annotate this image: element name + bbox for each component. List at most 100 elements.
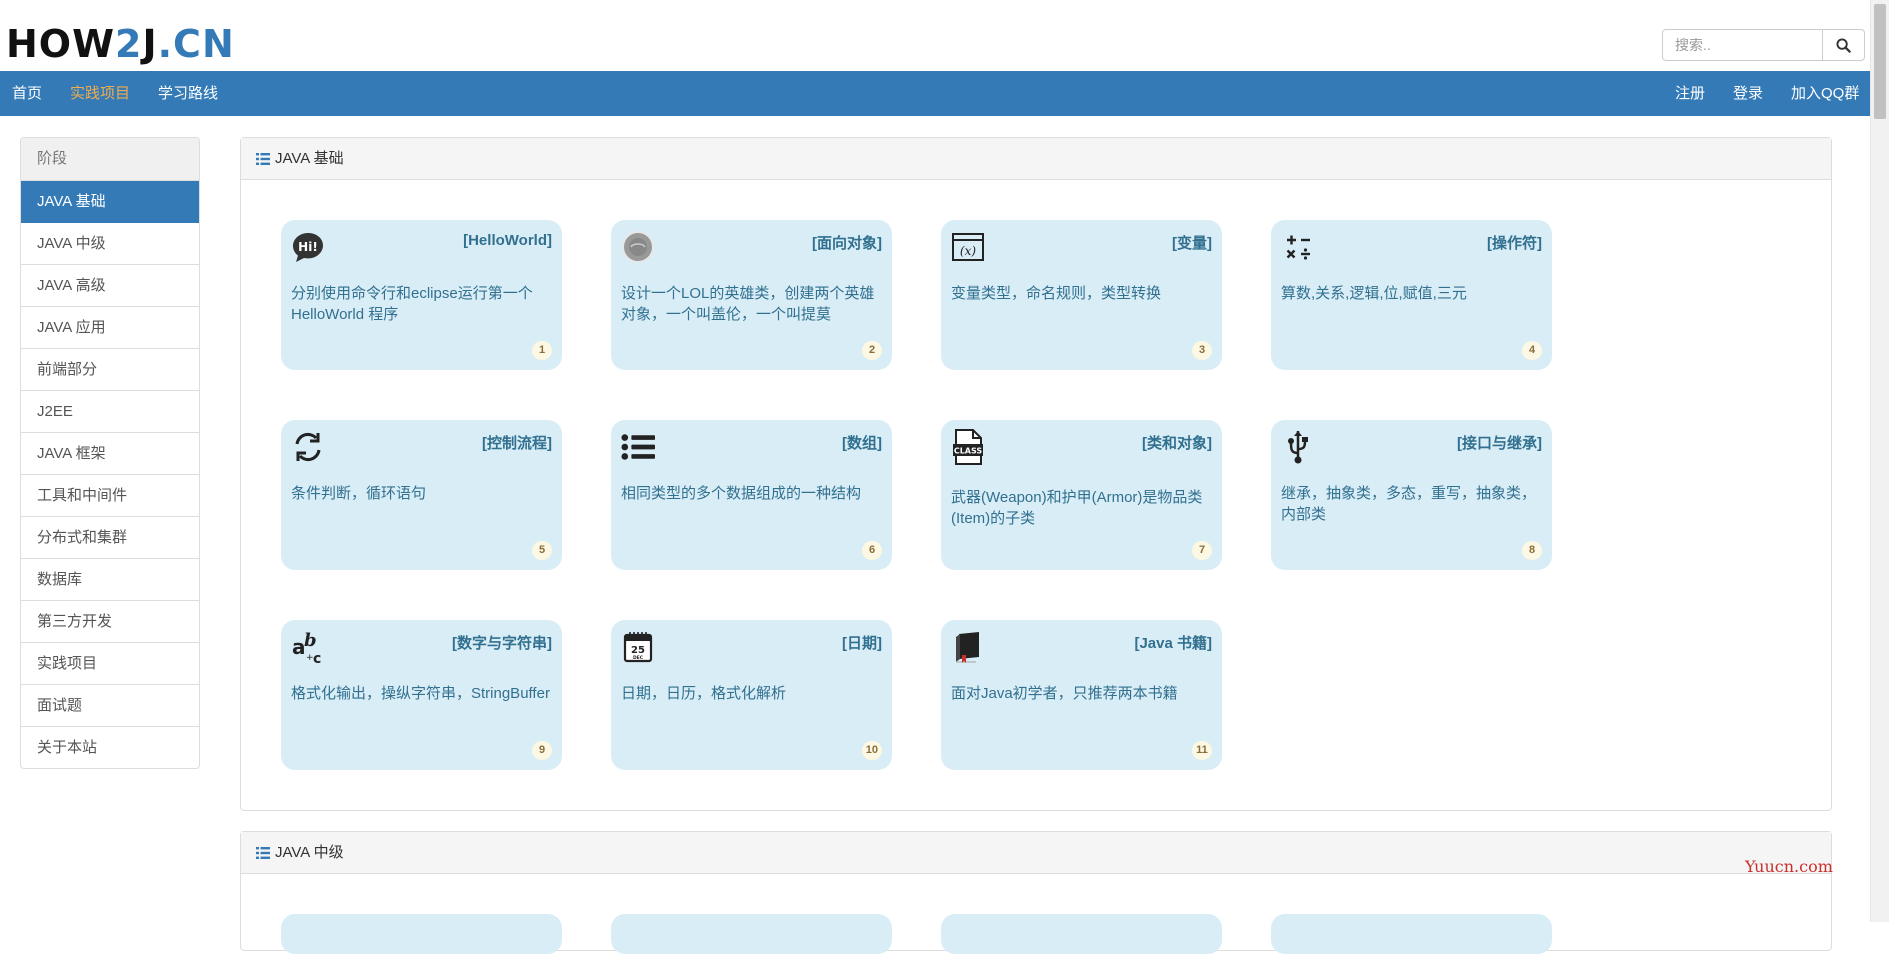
section-panel-java-intermediate: JAVA 中级: [240, 831, 1832, 954]
card-number-badge: 5: [532, 541, 552, 560]
svg-text:c: c: [313, 651, 321, 664]
svg-text:DEC: DEC: [633, 655, 644, 661]
sidebar-item-java-frameworks[interactable]: JAVA 框架: [21, 433, 199, 475]
sidebar-item-about[interactable]: 关于本站: [21, 727, 199, 768]
site-logo[interactable]: HOW2J.CN: [6, 22, 235, 66]
page-scrollbar[interactable]: [1870, 0, 1889, 922]
card-number-badge: 10: [861, 741, 882, 760]
card-title: [类和对象]: [1142, 435, 1212, 452]
panel-title: JAVA 中级: [275, 844, 344, 861]
hi-speech-bubble-icon: Hi!: [291, 230, 325, 264]
card-description: 继承，抽象类，多态，重写，抽象类，内部类: [1281, 485, 1537, 523]
card-number-badge: 2: [862, 341, 882, 360]
topic-card-partial[interactable]: [1271, 914, 1552, 954]
sidebar-item-frontend[interactable]: 前端部分: [21, 349, 199, 391]
nav-join-qq-group[interactable]: 加入QQ群: [1791, 71, 1859, 116]
topic-card-partial[interactable]: [941, 914, 1222, 954]
topic-card-operators[interactable]: [操作符] 算数,关系,逻辑,位,赋值,三元 4: [1271, 220, 1552, 370]
main-navbar: 首页 实践项目 学习路线 注册 登录 加入QQ群: [0, 71, 1870, 116]
card-title: [变量]: [1172, 235, 1212, 252]
stage-sidebar: 阶段 JAVA 基础 JAVA 中级 JAVA 高级 JAVA 应用 前端部分 …: [20, 137, 200, 769]
search-input[interactable]: [1662, 29, 1823, 61]
card-title: [接口与继承]: [1457, 435, 1542, 452]
sidebar-item-java-application[interactable]: JAVA 应用: [21, 307, 199, 349]
math-operators-icon: [1281, 230, 1315, 264]
card-description: 算数,关系,逻辑,位,赋值,三元: [1281, 285, 1467, 302]
card-title: [HelloWorld]: [463, 232, 552, 249]
card-description: 条件判断，循环语句: [291, 485, 427, 502]
card-title: [Java 书籍]: [1134, 635, 1212, 652]
card-description: 日期，日历，格式化解析: [621, 685, 787, 702]
nav-home[interactable]: 首页: [12, 71, 42, 116]
card-number-badge: 9: [532, 741, 552, 760]
card-title: [面向对象]: [812, 235, 882, 252]
card-title: [日期]: [842, 635, 882, 652]
sidebar-item-j2ee[interactable]: J2EE: [21, 391, 199, 433]
card-number-badge: 11: [1192, 741, 1212, 760]
panel-heading: JAVA 中级: [241, 832, 1831, 874]
nav-learning-path[interactable]: 学习路线: [158, 71, 218, 116]
card-description: 设计一个LOL的英雄类，创建两个英雄对象，一个叫盖伦，一个叫提莫: [621, 285, 875, 323]
topic-card-dates[interactable]: 25 DEC [日期] 日期，日历，格式化解析 10: [611, 620, 892, 770]
topic-card-variables[interactable]: (x) [变量] 变量类型，命名规则，类型转换 3: [941, 220, 1222, 370]
loop-arrows-icon: [291, 430, 325, 464]
site-header: HOW2J.CN: [0, 0, 1870, 72]
search-icon: [1836, 37, 1851, 53]
svg-text:b: b: [304, 630, 317, 651]
scrollbar-thumb[interactable]: [1874, 4, 1886, 119]
topic-card-oop[interactable]: [面向对象] 设计一个LOL的英雄类，创建两个英雄对象，一个叫盖伦，一个叫提莫 …: [611, 220, 892, 370]
card-number-badge: 3: [1192, 341, 1212, 360]
sidebar-item-interview[interactable]: 面试题: [21, 685, 199, 727]
topic-card-numbers-strings[interactable]: a b c + [数字与字符串] 格式化输出，操纵字符串，StringBuffer 9: [281, 620, 562, 770]
sidebar-item-third-party[interactable]: 第三方开发: [21, 601, 199, 643]
search-bar: [1662, 29, 1887, 61]
svg-text:(x): (x): [960, 244, 976, 258]
card-title: [控制流程]: [482, 435, 552, 452]
book-icon: [951, 630, 985, 664]
nav-practice-projects[interactable]: 实践项目: [70, 71, 130, 116]
nav-register[interactable]: 注册: [1675, 71, 1705, 116]
sidebar-header: 阶段: [21, 138, 199, 181]
sidebar-item-java-intermediate[interactable]: JAVA 中级: [21, 223, 199, 265]
svg-text:25: 25: [631, 645, 645, 656]
topic-card-partial[interactable]: [611, 914, 892, 954]
card-number-badge: 8: [1522, 541, 1542, 560]
lol-hero-avatar-icon: [621, 230, 655, 264]
topic-card-partial[interactable]: [281, 914, 562, 954]
sidebar-item-java-basic[interactable]: JAVA 基础: [21, 181, 199, 223]
sidebar-item-distributed-cluster[interactable]: 分布式和集群: [21, 517, 199, 559]
card-description: 格式化输出，操纵字符串，StringBuffer: [291, 685, 550, 702]
topic-card-classes-objects[interactable]: CLASS [类和对象] 武器(Weapon)和护甲(Armor)是物品类(It…: [941, 420, 1222, 570]
topic-card-control-flow[interactable]: [控制流程] 条件判断，循环语句 5: [281, 420, 562, 570]
nav-login[interactable]: 登录: [1733, 71, 1763, 116]
sidebar-item-practice-projects[interactable]: 实践项目: [21, 643, 199, 685]
card-description: 相同类型的多个数据组成的一种结构: [621, 485, 862, 502]
topic-card-java-books[interactable]: [Java 书籍] 面对Java初学者，只推荐两本书籍 11: [941, 620, 1222, 770]
card-number-badge: 4: [1522, 341, 1542, 360]
card-number-badge: 1: [532, 341, 552, 360]
usb-icon: [1281, 430, 1315, 464]
sidebar-item-database[interactable]: 数据库: [21, 559, 199, 601]
panel-title: JAVA 基础: [275, 150, 344, 167]
card-description: 分别使用命令行和eclipse运行第一个HelloWorld 程序: [291, 285, 533, 323]
card-title: [数字与字符串]: [452, 635, 552, 652]
card-number-badge: 6: [862, 541, 882, 560]
section-panel-java-basic: JAVA 基础 Hi! [HelloWorld] 分别使用命令行和eclipse…: [240, 137, 1832, 811]
topic-card-helloworld[interactable]: Hi! [HelloWorld] 分别使用命令行和eclipse运行第一个Hel…: [281, 220, 562, 370]
class-file-icon: CLASS: [951, 429, 985, 465]
abc-letters-icon: a b c +: [291, 630, 325, 664]
card-description: 面对Java初学者，只推荐两本书籍: [951, 685, 1178, 702]
svg-text:CLASS: CLASS: [954, 447, 983, 456]
search-button[interactable]: [1823, 29, 1865, 61]
list-icon: [256, 846, 270, 859]
sidebar-item-tools-middleware[interactable]: 工具和中间件: [21, 475, 199, 517]
topic-card-arrays[interactable]: [数组] 相同类型的多个数据组成的一种结构 6: [611, 420, 892, 570]
variable-x-icon: (x): [951, 230, 985, 264]
list-icon: [621, 430, 655, 464]
sidebar-item-java-advanced[interactable]: JAVA 高级: [21, 265, 199, 307]
calendar-icon: 25 DEC: [621, 630, 655, 664]
card-description: 变量类型，命名规则，类型转换: [951, 285, 1162, 302]
topic-card-interface-inheritance[interactable]: [接口与继承] 继承，抽象类，多态，重写，抽象类，内部类 8: [1271, 420, 1552, 570]
card-description: 武器(Weapon)和护甲(Armor)是物品类(Item)的子类: [951, 489, 1203, 527]
watermark: Yuucn.com: [1745, 857, 1833, 876]
